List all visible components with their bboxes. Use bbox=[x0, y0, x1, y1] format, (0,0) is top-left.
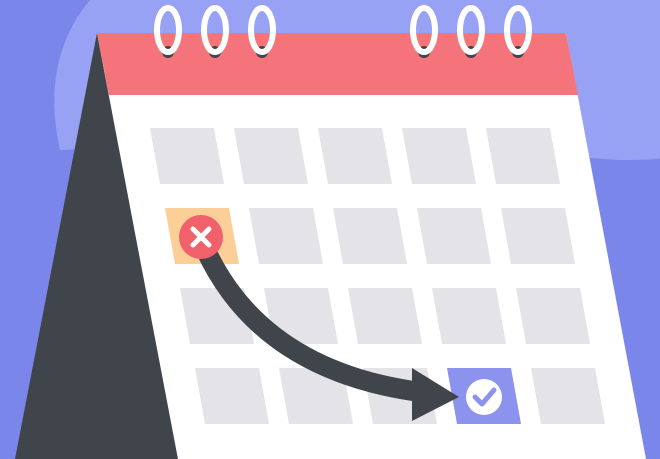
day-cell bbox=[501, 208, 575, 264]
cancel-x-icon bbox=[179, 215, 223, 259]
day-cell bbox=[531, 368, 605, 424]
day-cell bbox=[318, 128, 392, 184]
check-badge bbox=[466, 379, 502, 415]
day-cell bbox=[417, 208, 491, 264]
illustration-canvas bbox=[0, 0, 660, 459]
checkmark-icon bbox=[466, 379, 502, 415]
day-cell bbox=[249, 208, 323, 264]
day-cell bbox=[333, 208, 407, 264]
day-cell bbox=[150, 128, 224, 184]
day-cell bbox=[234, 128, 308, 184]
calendar-reschedule-illustration bbox=[0, 0, 660, 459]
day-cell bbox=[516, 288, 590, 344]
day-cell bbox=[486, 128, 560, 184]
day-cell bbox=[195, 368, 269, 424]
day-cell bbox=[348, 288, 422, 344]
day-cell bbox=[432, 288, 506, 344]
day-cell bbox=[402, 128, 476, 184]
